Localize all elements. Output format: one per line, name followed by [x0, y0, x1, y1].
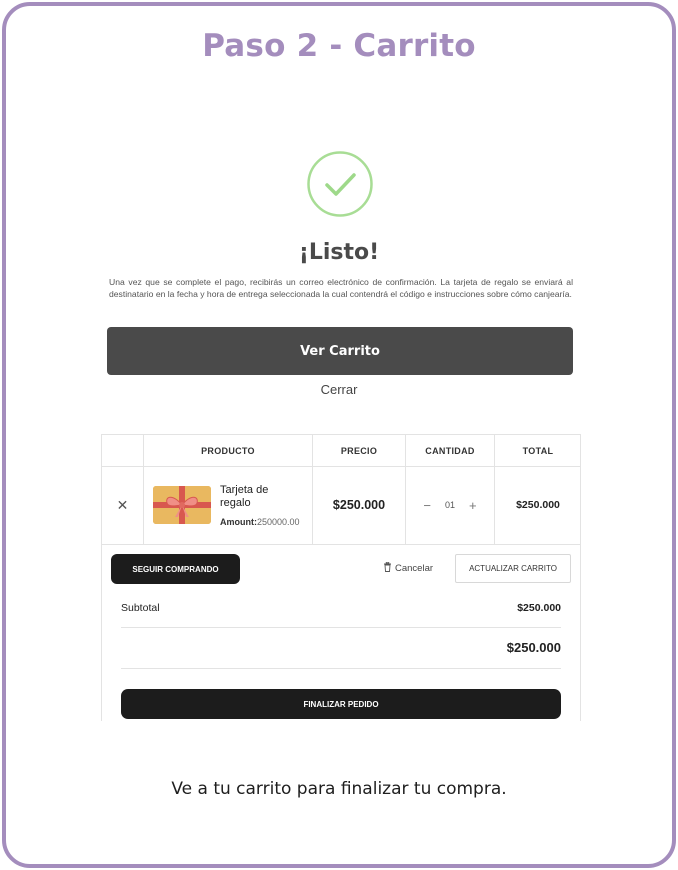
product-amount: Amount:250000.00	[220, 517, 300, 527]
total-value: $250.000	[506, 640, 561, 655]
divider	[121, 668, 561, 669]
update-cart-button[interactable]: ACTUALIZAR CARRITO	[455, 554, 571, 583]
header-total: TOTAL	[522, 445, 554, 456]
check-circle-icon	[306, 150, 374, 218]
cart-table-header: PRODUCTO PRECIO CANTIDAD TOTAL	[101, 434, 581, 467]
subtotal-label: Subtotal	[121, 602, 160, 614]
minus-icon[interactable]: −	[423, 498, 431, 513]
cancel-button[interactable]: Cancelar	[383, 561, 434, 575]
step-title: Paso 2 - Carrito	[202, 28, 476, 64]
product-cell: Tarjeta de regalo Amount:250000.00	[144, 466, 313, 544]
trash-icon	[383, 561, 392, 575]
modal-heading: ¡Listo!	[298, 240, 380, 265]
item-total: $250.000	[516, 499, 560, 511]
close-link[interactable]: Cerrar	[0, 382, 678, 397]
cancel-label: Cancelar	[395, 563, 434, 574]
quantity-value[interactable]: 01	[445, 500, 455, 510]
plus-icon[interactable]: +	[469, 498, 477, 513]
view-cart-button[interactable]: Ver Carrito	[107, 327, 573, 375]
remove-cell: ✕	[102, 466, 144, 544]
amount-label: Amount:	[220, 516, 257, 527]
subtotal-value: $250.000	[517, 602, 561, 614]
header-empty-cell	[102, 435, 144, 466]
header-product: PRODUCTO	[144, 435, 313, 466]
header-price: PRECIO	[313, 435, 406, 466]
checkout-button[interactable]: FINALIZAR PEDIDO	[121, 689, 561, 719]
item-price: $250.000	[313, 466, 406, 544]
product-info: Tarjeta de regalo Amount:250000.00	[220, 484, 300, 527]
gift-card-image	[153, 486, 211, 524]
table-row: ✕ Tarjeta de regalo Amount:250000.00 $25…	[101, 466, 581, 545]
footer-instruction: Ve a tu carrito para finalizar tu compra…	[171, 779, 507, 799]
close-icon[interactable]: ✕	[117, 497, 129, 514]
quantity-stepper: − 01 +	[406, 466, 495, 544]
product-name[interactable]: Tarjeta de regalo	[220, 484, 290, 510]
amount-value: 250000.00	[257, 516, 300, 527]
continue-shopping-button[interactable]: SEGUIR COMPRANDO	[111, 554, 240, 584]
modal-message: Una vez que se complete el pago, recibir…	[109, 277, 573, 299]
header-quantity: CANTIDAD	[406, 435, 495, 466]
divider	[121, 627, 561, 628]
